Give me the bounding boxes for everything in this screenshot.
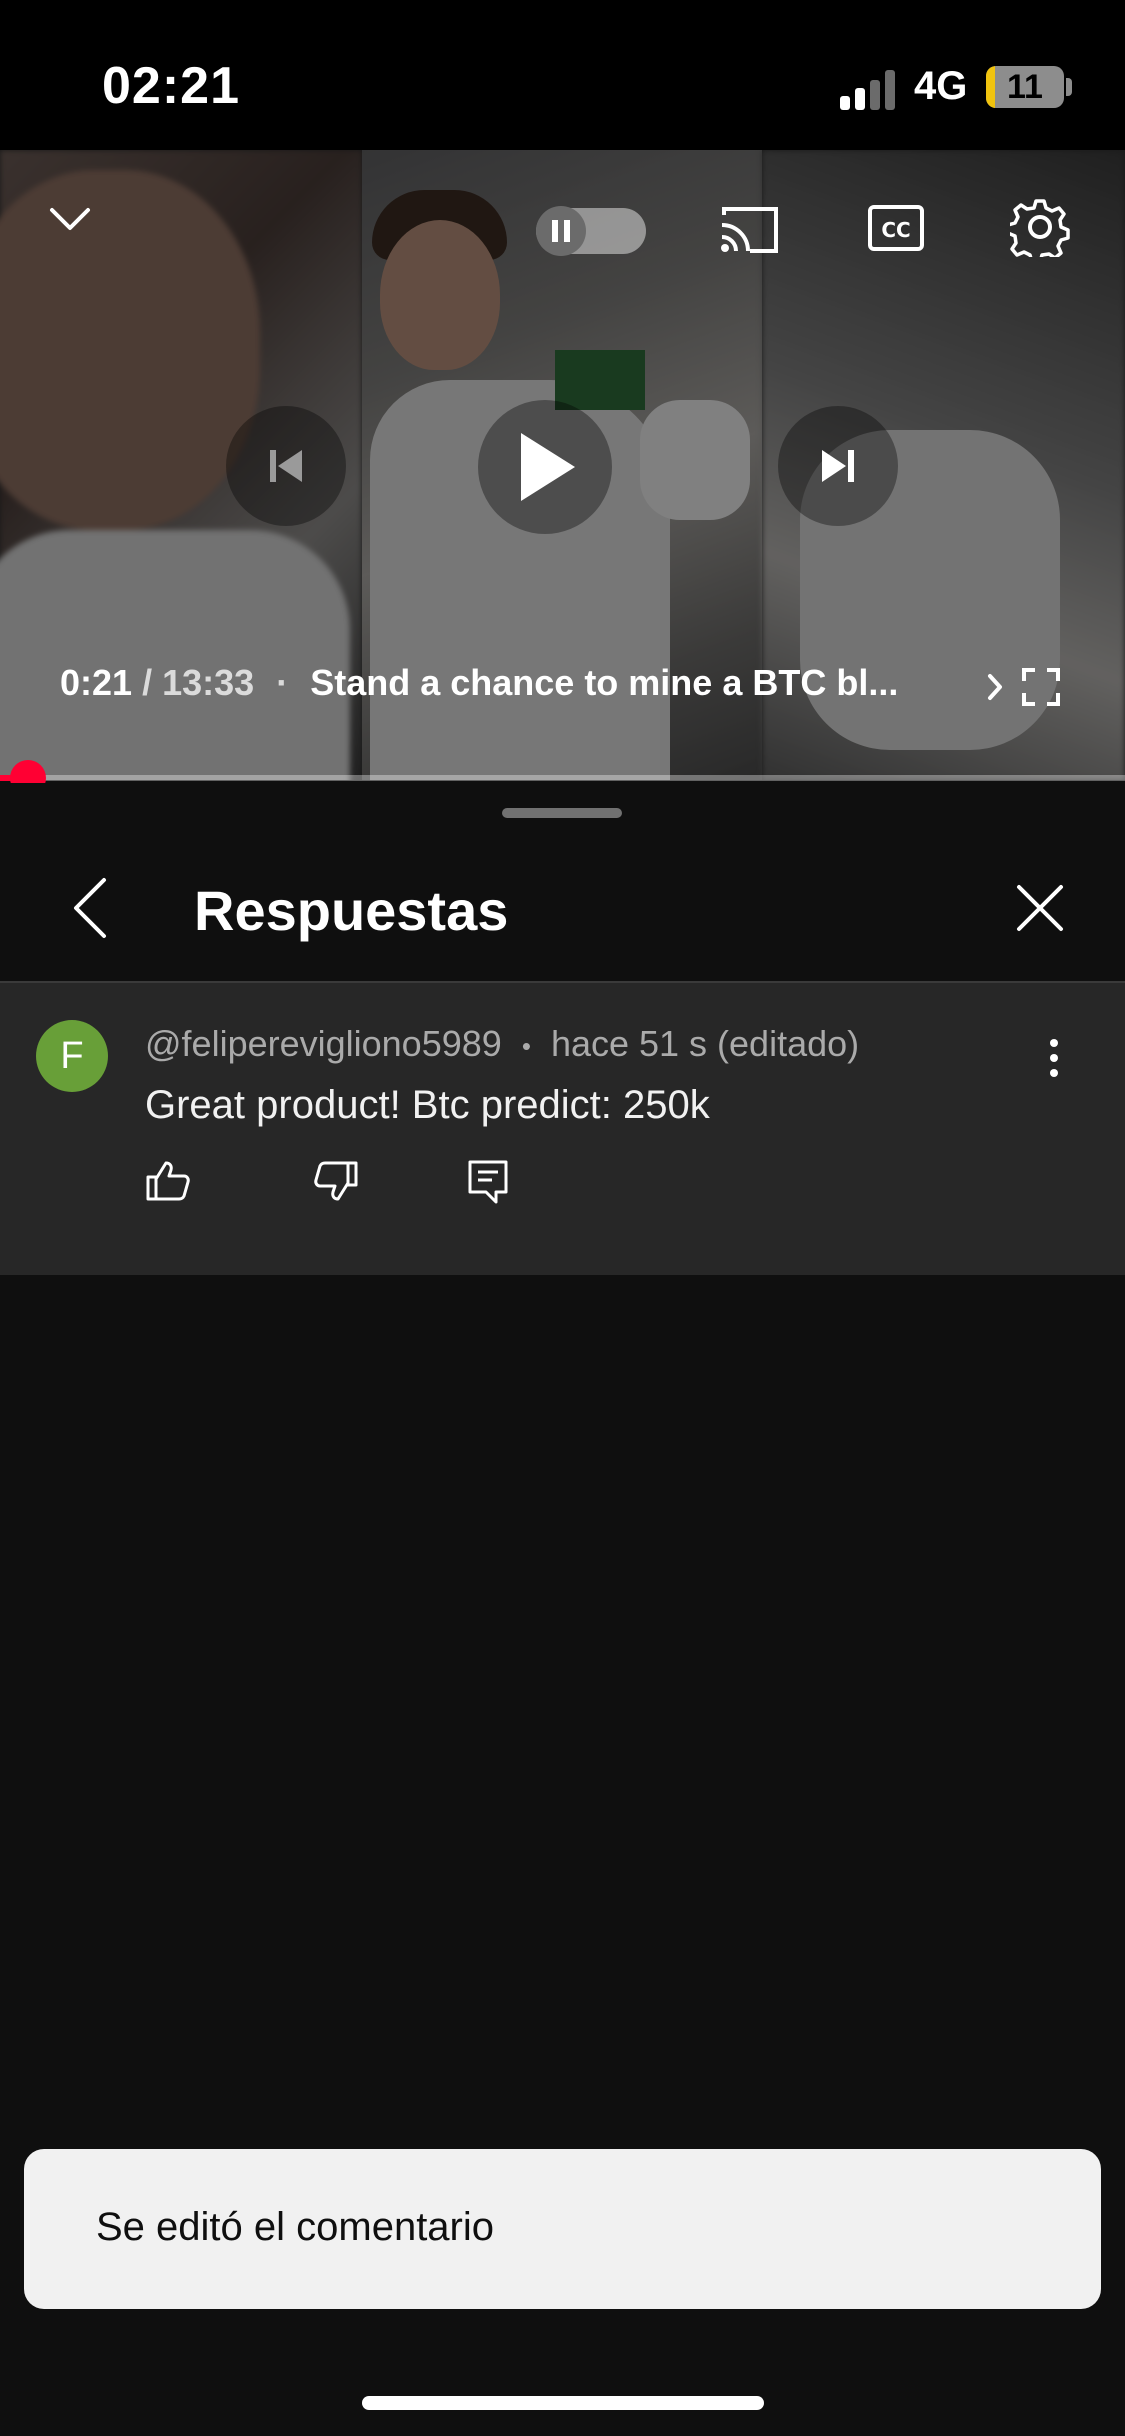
title-dot-separator: · [276, 662, 289, 703]
thumbs-up-icon[interactable] [138, 1151, 198, 1211]
home-indicator[interactable] [362, 2396, 764, 2410]
snackbar-message: Se editó el comentario [96, 2205, 495, 2249]
time-and-title-row: 0:21 / 13:33 · Stand a chance to mine a … [60, 662, 898, 704]
autoplay-toggle[interactable] [536, 206, 646, 256]
current-time: 0:21 [60, 662, 133, 703]
gear-icon[interactable] [1008, 195, 1072, 259]
status-bar: 02:21 4G 11 [0, 0, 1125, 150]
skip-previous-icon[interactable] [226, 406, 346, 526]
total-duration: 13:33 [162, 662, 255, 703]
thumbs-down-icon[interactable] [306, 1151, 366, 1211]
play-icon[interactable] [478, 400, 612, 534]
status-time: 02:21 [102, 57, 240, 115]
pause-icon [536, 206, 586, 256]
closed-captions-icon[interactable]: CC [866, 200, 926, 256]
network-type: 4G [914, 64, 968, 108]
cast-icon[interactable] [715, 198, 785, 262]
time-separator: / [142, 662, 153, 703]
skip-next-icon[interactable] [778, 406, 898, 526]
video-player[interactable]: CC 0:21 / 13:33 · Stand a chance to mine… [0, 150, 1125, 780]
snackbar: Se editó el comentario [24, 2149, 1101, 2309]
progress-bar[interactable] [0, 775, 1125, 781]
comment-item: F @felipereviglionо5989 • hace 51 s (edi… [0, 983, 1125, 1275]
back-arrow-icon[interactable] [50, 868, 130, 948]
comment-meta: @felipereviglionо5989 • hace 51 s (edita… [145, 1023, 859, 1065]
battery-tip [1066, 78, 1072, 96]
panel-header: Respuestas [0, 823, 1125, 983]
comment-timestamp: hace 51 s (editado) [550, 1023, 860, 1064]
comment-author[interactable]: @felipereviglionо5989 [145, 1023, 502, 1064]
reply-icon[interactable] [458, 1151, 518, 1211]
battery-level: 11 [1007, 68, 1043, 106]
chevron-down-icon[interactable] [40, 190, 100, 250]
video-title[interactable]: Stand a chance to mine a BTC bl... [310, 662, 898, 703]
panel-title: Respuestas [194, 879, 509, 942]
fullscreen-icon[interactable] [1018, 664, 1064, 710]
drag-handle[interactable] [502, 808, 622, 818]
chevron-right-icon[interactable] [975, 664, 1015, 710]
battery-icon: 11 [986, 66, 1064, 108]
more-options-icon[interactable] [1030, 1018, 1078, 1098]
avatar[interactable]: F [36, 1020, 108, 1092]
svg-text:CC: CC [881, 218, 910, 242]
cellular-signal-icon [840, 70, 898, 110]
comment-text: Great product! Btc predict: 250k [145, 1083, 710, 1127]
close-icon[interactable] [1000, 868, 1080, 948]
meta-dot-separator: • [521, 1030, 531, 1061]
